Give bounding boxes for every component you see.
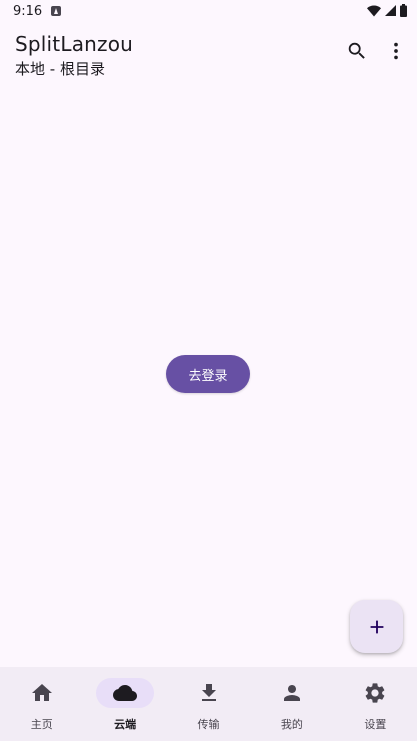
more-vert-icon [394, 42, 398, 60]
status-icons [367, 4, 407, 17]
nav-item-transfer[interactable]: 传输 [167, 667, 250, 741]
nav-item-settings[interactable]: 设置 [334, 667, 417, 741]
home-icon [31, 684, 52, 701]
more-options-button[interactable] [383, 36, 409, 66]
nav-label: 我的 [280, 718, 303, 731]
search-icon [348, 42, 365, 59]
download-icon [201, 684, 216, 701]
nav-item-home[interactable]: 主页 [0, 667, 83, 741]
nav-label: 云端 [114, 718, 137, 731]
notification-a-icon [51, 6, 61, 16]
nav-label: 设置 [364, 718, 387, 731]
person-icon [283, 685, 300, 701]
top-app-bar: SplitLanzou 本地 - 根目录 [0, 24, 417, 80]
cloud-icon [113, 685, 138, 701]
status-bar: 9:16 [0, 0, 417, 24]
bottom-navigation: 主页 云端 传输 我的 设置 [0, 667, 417, 741]
battery-icon [400, 4, 407, 17]
nav-label: 主页 [30, 718, 53, 731]
nav-item-mine[interactable]: 我的 [250, 667, 333, 741]
signal-icon [385, 5, 396, 16]
settings-icon [365, 683, 385, 703]
wifi-icon [367, 5, 381, 16]
nav-item-cloud[interactable]: 云端 [83, 667, 166, 741]
current-path-subtitle: 本地 - 根目录 [15, 60, 105, 78]
search-button[interactable] [342, 36, 372, 66]
nav-label: 传输 [197, 718, 220, 731]
status-time: 9:16 [13, 4, 43, 19]
app-title: SplitLanzou [15, 32, 134, 56]
add-icon [370, 620, 383, 633]
add-fab[interactable] [350, 600, 403, 653]
login-button[interactable]: 去登录 [166, 355, 250, 393]
